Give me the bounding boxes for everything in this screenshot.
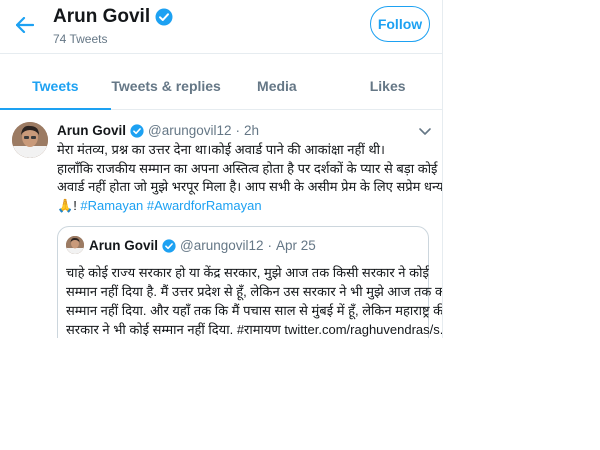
verified-badge-icon — [162, 238, 176, 253]
tweet-timestamp[interactable]: 2h — [244, 123, 259, 138]
tweet-text: मेरा मंतव्य, प्रश्न का उत्तर देना था।कोई… — [57, 141, 443, 216]
tweet-header: Arun Govil @arungovil12 · 2h — [57, 123, 259, 138]
quoted-text-line: सम्मान नहीं दिया. और यहाँ तक कि मैं पचास… — [66, 303, 443, 318]
quoted-author-name: Arun Govil — [89, 238, 159, 253]
separator-dot: · — [235, 123, 241, 138]
tweet-menu-chevron-down-icon[interactable] — [418, 124, 432, 135]
tweet-text-line: अवार्ड नहीं होता जो मुझे भरपूर मिला है। … — [57, 179, 443, 194]
quoted-text-line: सम्मान नहीं दिया है. मैं उत्तर प्रदेश से… — [66, 284, 443, 299]
tweet-text-line: मेरा मंतव्य, प्रश्न का उत्तर देना था।कोई… — [57, 142, 385, 157]
tweet-text-line: हालाँकि राजकीय सम्मान का अपना अस्तित्व ह… — [57, 160, 438, 176]
tweet-author-name[interactable]: Arun Govil — [57, 123, 126, 138]
quoted-avatar — [66, 236, 84, 254]
quoted-tweet[interactable]: Arun Govil @arungovil12 · Apr 25 चाहे को… — [57, 226, 443, 338]
profile-name: Arun Govil — [53, 6, 151, 27]
tweet-author-handle[interactable]: @arungovil12 — [148, 123, 232, 138]
quoted-text-line: चाहे कोई राज्य सरकार हो या केंद्र सरकार,… — [66, 265, 429, 280]
verified-badge-icon — [130, 123, 144, 138]
profile-page: Arun Govil 74 Tweets Follow Tweets Tweet… — [0, 0, 443, 338]
tab-media[interactable]: Media — [222, 62, 333, 109]
tweet-text-line-last: 🙏! #Ramayan #AwardforRamayan — [57, 197, 432, 216]
follow-button[interactable]: Follow — [370, 6, 430, 42]
tab-tweets-replies[interactable]: Tweets & replies — [111, 62, 222, 109]
tweet-count: 74 Tweets — [53, 32, 108, 46]
verified-badge-icon — [155, 8, 173, 26]
back-arrow-icon — [16, 17, 34, 33]
separator-dot: · — [267, 238, 273, 253]
profile-header: Arun Govil 74 Tweets Follow — [0, 0, 442, 54]
back-button[interactable] — [10, 10, 40, 40]
quoted-text-line: सरकार ने भी कोई सम्मान नहीं दिया. #रामाय… — [66, 322, 443, 337]
quoted-tweet-text: चाहे कोई राज्य सरकार हो या केंद्र सरकार,… — [66, 263, 443, 338]
avatar[interactable] — [12, 122, 48, 158]
quoted-timestamp: Apr 25 — [276, 238, 316, 253]
quoted-tweet-header: Arun Govil @arungovil12 · Apr 25 — [89, 238, 316, 253]
folded-hands-emoji-icon: 🙏 — [57, 197, 74, 213]
profile-tabs: Tweets Tweets & replies Media Likes — [0, 62, 442, 110]
tab-tweets[interactable]: Tweets — [0, 62, 111, 110]
quoted-author-handle: @arungovil12 — [180, 238, 264, 253]
profile-name-row: Arun Govil — [53, 6, 173, 28]
tab-likes[interactable]: Likes — [332, 62, 442, 109]
tweet[interactable]: Arun Govil @arungovil12 · 2h मेरा मंतव्य… — [0, 112, 443, 338]
hashtag-link[interactable]: #Ramayan #AwardforRamayan — [80, 198, 261, 213]
